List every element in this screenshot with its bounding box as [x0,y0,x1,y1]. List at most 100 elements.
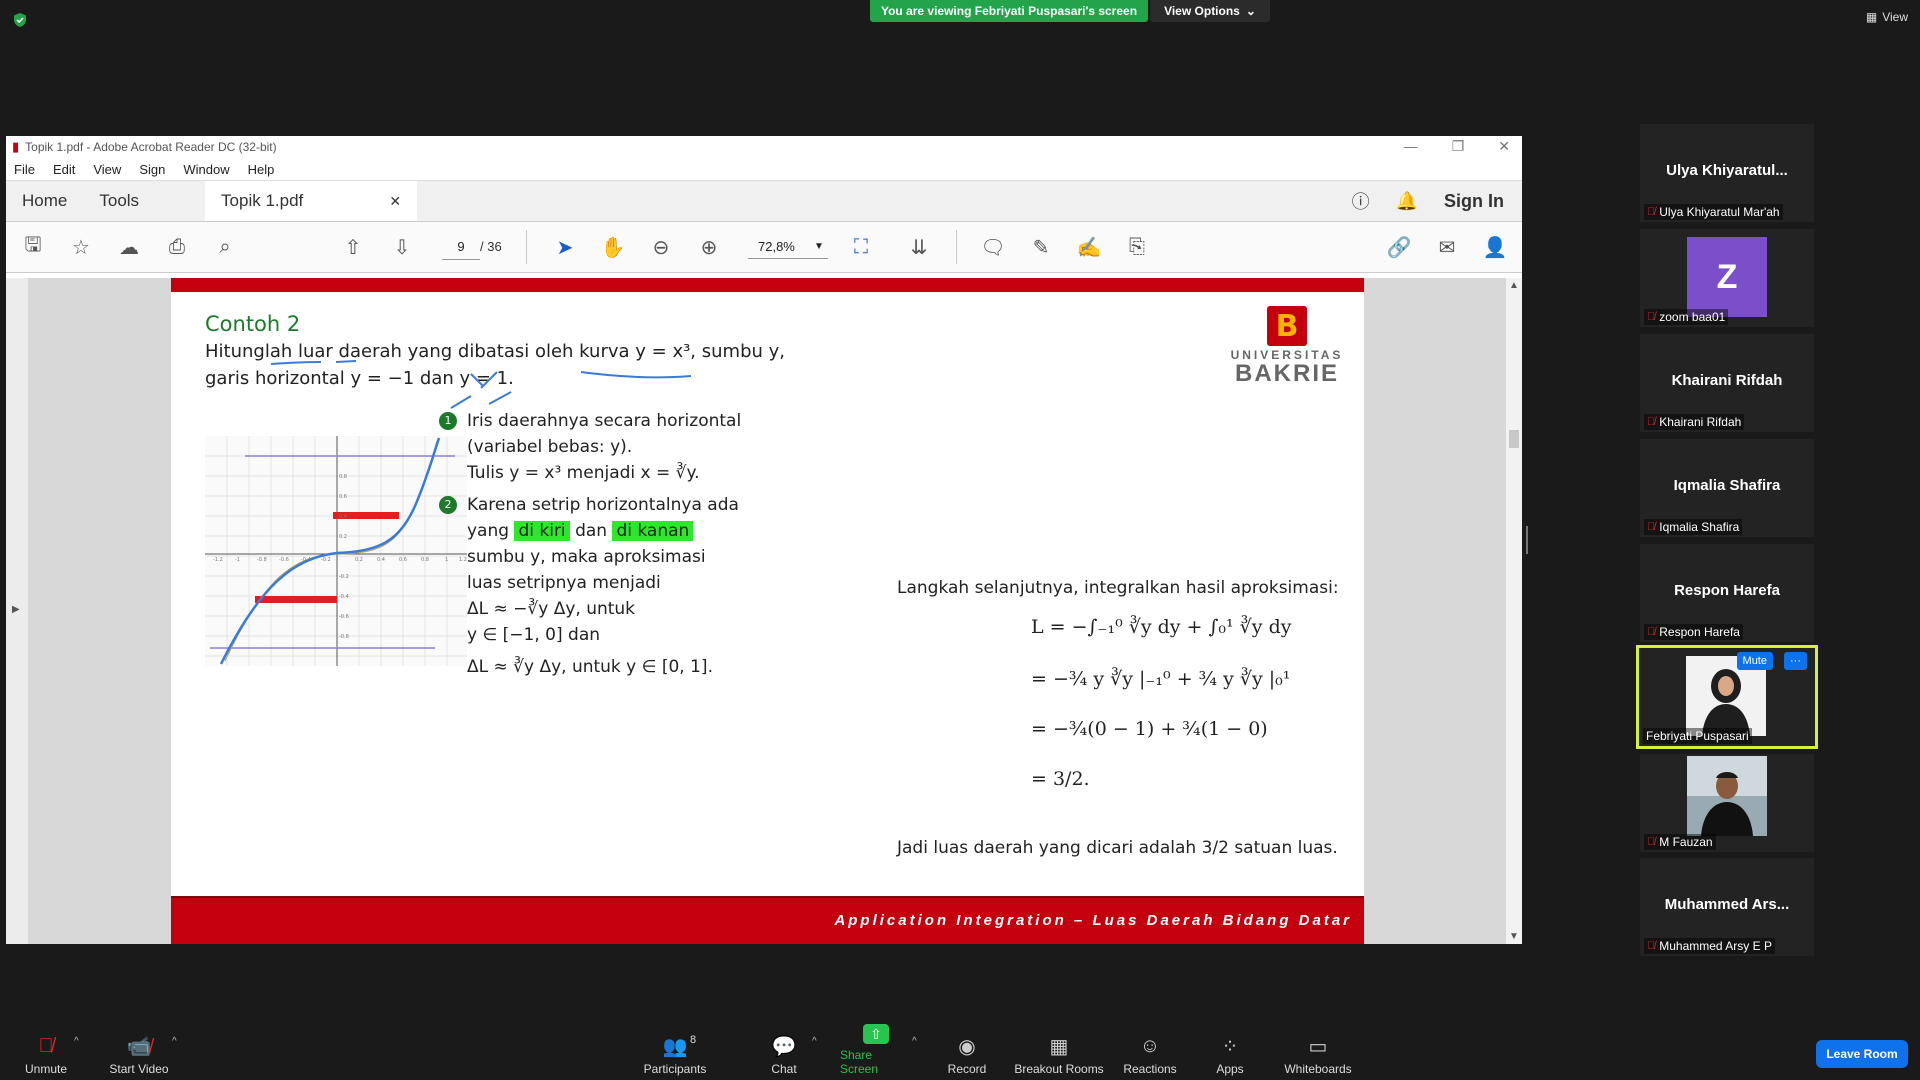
share-screen-icon-wrap: ⇧ [863,1024,889,1044]
active-speaker-tile[interactable]: Mute ··· Febriyati Puspasari [1636,645,1818,749]
whiteboards-button[interactable]: ▭ Whiteboards [1282,1030,1354,1077]
share-screen-button[interactable]: ⇧ Share Screen [840,1024,912,1076]
mute-participant-button[interactable]: Mute [1736,652,1773,670]
slide-footer-bar: Application Integration – Luas Daerah Bi… [171,896,1364,944]
audio-options-caret[interactable]: ^ [74,1036,79,1047]
participant-tile[interactable]: Respon Harefa 🎙̸ Respon Harefa [1640,544,1814,642]
add-user-icon[interactable]: 👤 [1482,234,1508,260]
participant-tile[interactable]: 🎙̸ M Fauzan [1640,754,1814,852]
page-up-icon[interactable]: ⇧ [340,234,366,260]
step-2-line: y ∈ [−1, 0] dan [467,625,601,645]
view-button[interactable]: ▦ View [1866,10,1908,24]
print-icon[interactable]: ⎙ [164,234,190,260]
zoom-out-icon[interactable]: ⊖ [648,234,674,260]
unmute-button[interactable]: 🎙̸ Unmute [22,1030,70,1077]
strip-left [255,596,337,603]
minimize-icon[interactable]: — [1404,138,1418,155]
acrobat-window: ▮ Topik 1.pdf - Adobe Acrobat Reader DC … [6,136,1522,944]
mic-muted-icon: 🎙̸ [1647,521,1656,533]
hand-tool-icon[interactable]: ✋ [600,234,626,260]
apps-button[interactable]: ⁘ Apps [1212,1030,1248,1077]
participants-icon: 👥 [662,1035,688,1058]
bell-icon[interactable]: 🔔 [1396,191,1418,212]
menu-file[interactable]: File [14,162,35,177]
participant-tile[interactable]: Z 🎙̸ zoom baa01 [1640,229,1814,327]
participant-display-name: Khairani Rifdah [1671,372,1783,389]
close-window-icon[interactable]: ✕ [1498,138,1510,155]
tab-document[interactable]: Topik 1.pdf ✕ [205,181,418,221]
zoom-dropdown-icon[interactable]: ▼ [814,235,824,259]
equation-line: = −¾(0 − 1) + ¾(1 − 0) [1031,718,1268,740]
view-options-label: View Options [1164,4,1240,18]
participants-count: 8 [690,1034,697,1046]
save-icon[interactable]: 🖫 [20,234,46,260]
chat-options-caret[interactable]: ^ [812,1036,817,1047]
left-panel-rail[interactable]: ▶ [6,278,28,944]
restore-icon[interactable]: ❐ [1452,138,1465,155]
pdf-slide-page: Contoh 2 Hitunglah luar daerah yang diba… [171,278,1364,944]
comment-icon[interactable]: 🗨 [980,234,1006,260]
help-icon[interactable]: ⓘ [1352,188,1370,214]
vertical-scrollbar[interactable]: ▲ ▼ [1506,278,1522,944]
mic-muted-icon: 🎙̸ [1647,626,1656,638]
page-number-input[interactable]: 9 [442,235,480,260]
select-cursor-icon[interactable]: ➤ [552,234,578,260]
share-screen-label: Share Screen [840,1048,879,1076]
email-icon[interactable]: ✉ [1434,234,1460,260]
cloud-upload-icon[interactable]: ☁ [116,234,142,260]
scroll-mode-icon[interactable]: ⇊ [906,234,932,260]
link-icon[interactable]: 🔗 [1386,234,1412,260]
fit-page-icon[interactable]: ⛶ [848,234,874,260]
whiteboard-icon: ▭ [1308,1035,1328,1058]
star-icon[interactable]: ☆ [68,234,94,260]
zoom-in-icon[interactable]: ⊕ [696,234,722,260]
page-total: / 36 [480,239,502,254]
participant-tile[interactable]: Khairani Rifdah 🎙̸ Khairani Rifdah [1640,334,1814,432]
scroll-up-icon[interactable]: ▲ [1509,280,1519,291]
y-tick: -0.8 [339,634,349,640]
menu-sign[interactable]: Sign [139,162,165,177]
document-area[interactable]: ▶ Contoh 2 Hitunglah luar daerah yang di… [6,278,1522,944]
apps-label: Apps [1216,1062,1244,1076]
participant-tile[interactable]: Muhammed Ars... 🎙̸ Muhammed Arsy E P [1640,858,1814,956]
participant-tile[interactable]: Iqmalia Shafira 🎙̸ Iqmalia Shafira [1640,439,1814,537]
video-options-caret[interactable]: ^ [172,1036,177,1047]
page-down-icon[interactable]: ⇩ [389,234,415,260]
acrobat-menu-bar: File Edit View Sign Window Help [6,158,1522,180]
participant-name: Ulya Khiyaratul Mar'ah [1659,205,1780,219]
participants-button[interactable]: 👥 Participants [640,1030,710,1077]
participant-tile[interactable]: Ulya Khiyaratul... 🎙̸ Ulya Khiyaratul Mar… [1640,124,1814,222]
zoom-search-icon[interactable]: ⌕ [212,234,238,260]
menu-edit[interactable]: Edit [53,162,75,177]
highlight-pen-icon[interactable]: ✎ [1028,234,1054,260]
record-icon: ◉ [958,1035,976,1058]
share-options-caret[interactable]: ^ [912,1036,917,1047]
gallery-resize-handle[interactable] [1526,526,1528,554]
scroll-down-icon[interactable]: ▼ [1509,931,1519,942]
close-tab-icon[interactable]: ✕ [389,193,401,210]
sign-in-button[interactable]: Sign In [1444,191,1504,212]
breakout-rooms-button[interactable]: ▦ Breakout Rooms [1014,1030,1104,1077]
more-options-button[interactable]: ··· [1784,652,1807,670]
chat-button[interactable]: 💬 Chat [764,1030,804,1077]
step-2-line: sumbu y, maka aproksimasi [467,547,706,567]
security-shield-icon[interactable] [12,12,28,28]
view-options-button[interactable]: View Options ⌄ [1150,0,1270,22]
expand-panel-icon[interactable]: ▶ [12,604,20,615]
leave-room-button[interactable]: Leave Room [1816,1040,1908,1068]
stamp-icon[interactable]: ⎘ [1124,234,1150,260]
reactions-button[interactable]: ☺ Reactions [1122,1030,1178,1077]
record-button[interactable]: ◉ Record [944,1030,990,1077]
menu-window[interactable]: Window [183,162,229,177]
scroll-thumb[interactable] [1509,430,1519,448]
participant-display-name: Ulya Khiyaratul... [1666,162,1788,179]
menu-help[interactable]: Help [248,162,275,177]
tab-tools[interactable]: Tools [83,181,155,221]
start-video-button[interactable]: 📹̸ Start Video [106,1030,172,1077]
x-tick: -0.2 [321,557,331,563]
sign-pen-icon[interactable]: ✍ [1076,234,1102,260]
tab-home[interactable]: Home [6,181,83,221]
participant-name-label: 🎙̸ Muhammed Arsy E P [1644,938,1775,954]
menu-view[interactable]: View [93,162,121,177]
step-2-line: ΔL ≈ ∛y Δy, untuk y ∈ [0, 1]. [467,657,713,677]
